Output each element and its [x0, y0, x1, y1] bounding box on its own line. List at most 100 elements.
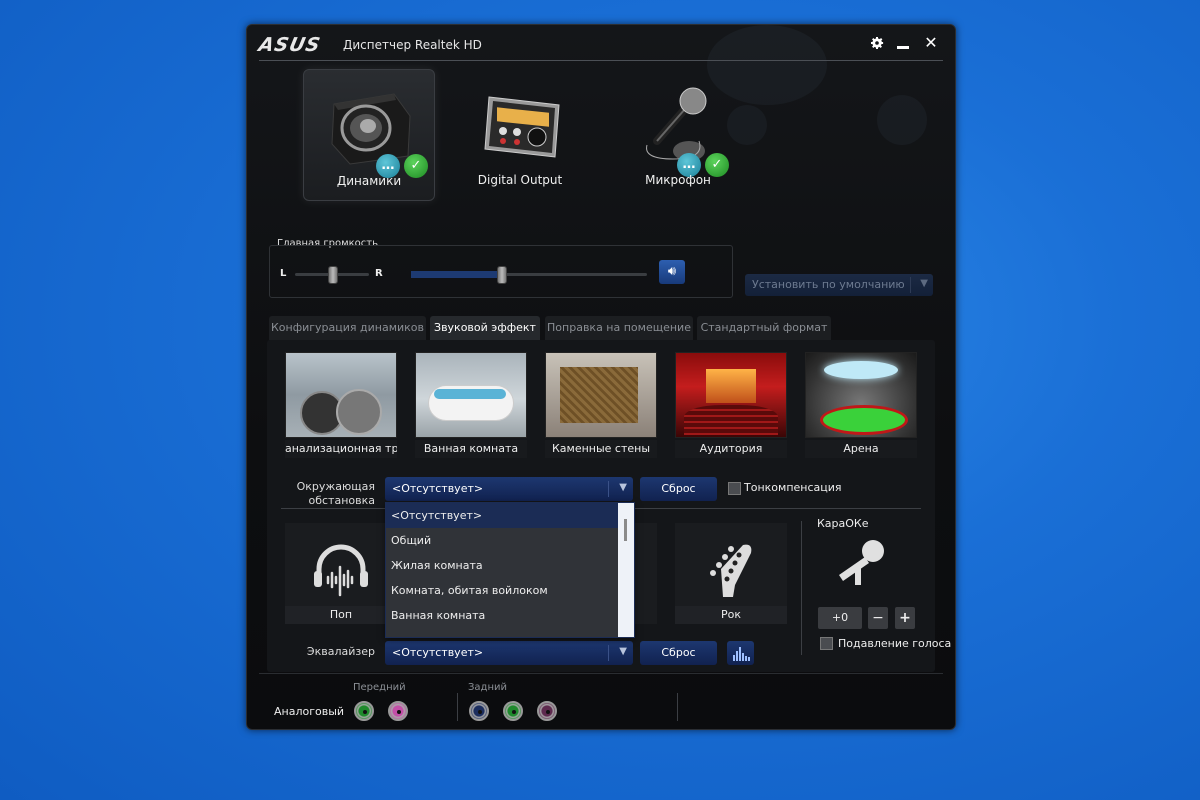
tab-room-correction[interactable]: Поправка на помещение: [545, 316, 693, 340]
equalizer-reset-button[interactable]: Сброс: [640, 641, 717, 665]
settings-button[interactable]: [867, 33, 887, 53]
mute-button[interactable]: 🔊︎: [659, 260, 685, 284]
dropdown-option[interactable]: Общий: [386, 528, 618, 553]
environment-label: Арена: [805, 440, 917, 458]
device-label: Микрофон: [645, 173, 711, 187]
sewer-pipe-image: [285, 352, 397, 438]
genre-label: Рок: [675, 606, 787, 624]
environment-label-line2: обстановка: [308, 494, 376, 507]
environment-auditorium[interactable]: Аудитория: [675, 352, 787, 458]
environment-combobox-value: <Отсутствует>: [392, 482, 484, 495]
combobox-separator: [608, 481, 609, 497]
gear-icon: [871, 37, 884, 49]
environment-combobox[interactable]: <Отсутствует> ▼: [385, 477, 633, 501]
set-default-label: Установить по умолчанию: [752, 278, 905, 291]
device-digital-output[interactable]: Digital Output: [455, 69, 585, 199]
minimize-button[interactable]: [893, 33, 913, 53]
tab-default-format[interactable]: Стандартный формат: [697, 316, 831, 340]
speaker-volume-icon: 🔊︎: [667, 264, 677, 279]
speaker-icon: [331, 93, 411, 165]
dropdown-option[interactable]: Комната, обитая войлоком: [386, 578, 618, 603]
environment-label: анализационная труб: [285, 440, 397, 458]
device-label: Digital Output: [477, 173, 563, 187]
chevron-down-icon: ▼: [920, 278, 928, 289]
rear-audio-jack[interactable]: [537, 701, 557, 721]
digital-output-icon: [484, 96, 560, 158]
title-bar[interactable]: ASUS Диспетчер Realtek HD ✕: [247, 25, 955, 61]
rear-audio-jack[interactable]: [503, 701, 523, 721]
volume-slider[interactable]: [411, 266, 647, 284]
environment-sewer-pipe[interactable]: анализационная труб: [285, 352, 397, 458]
equalizer-label: Эквалайзер: [306, 645, 375, 658]
voice-cancel-checkbox[interactable]: [820, 637, 833, 650]
microphone-icon: [646, 87, 707, 161]
loudness-label: Тонкомпенсация: [744, 481, 842, 494]
volume-slider-thumb[interactable]: [496, 266, 507, 284]
equalizer-combobox-value: <Отсутствует>: [392, 646, 484, 659]
footer-divider: [259, 673, 943, 674]
rear-label: Задний: [468, 682, 507, 693]
rear-audio-jack[interactable]: [469, 701, 489, 721]
tab-speaker-configuration[interactable]: Конфигурация динамиков: [269, 316, 426, 340]
chevron-down-icon: ▼: [619, 646, 627, 657]
karaoke-microphone-icon: [839, 540, 884, 585]
dropdown-separator: [910, 277, 911, 293]
genre-label: Поп: [285, 606, 397, 624]
chevron-down-icon: ▼: [619, 482, 627, 493]
balance-slider-thumb[interactable]: [328, 266, 338, 284]
dropdown-scrollbar-thumb[interactable]: [624, 519, 627, 541]
voice-cancel-label: Подавление голоса: [838, 637, 952, 650]
karaoke-minus-button[interactable]: −: [868, 607, 888, 629]
close-button[interactable]: ✕: [921, 33, 941, 53]
environment-reset-button[interactable]: Сброс: [640, 477, 717, 501]
equalizer-preset-rock[interactable]: Рок: [675, 523, 787, 624]
tab-sound-effects[interactable]: Звуковой эффект: [430, 316, 540, 340]
dropdown-scrollbar[interactable]: [618, 503, 634, 637]
title-divider: [259, 60, 943, 61]
footer-separator: [677, 693, 678, 721]
stone-walls-image: [545, 352, 657, 438]
balance-right-label: R: [375, 268, 383, 279]
device-microphone[interactable]: … ✓ Микрофон: [613, 69, 743, 199]
environment-label-line1: Окружающая: [296, 480, 375, 493]
environment-arena[interactable]: Арена: [805, 352, 917, 458]
analog-label: Аналоговый: [274, 705, 345, 718]
asus-logo: ASUS: [256, 34, 323, 56]
set-default-device-dropdown[interactable]: Установить по умолчанию ▼: [745, 274, 933, 296]
front-audio-jack[interactable]: [388, 701, 408, 721]
device-label: Динамики: [336, 174, 402, 188]
device-speakers[interactable]: … ✓ Динамики: [303, 69, 435, 201]
background-decoration: [877, 95, 927, 145]
bathroom-image: [415, 352, 527, 438]
front-label: Передний: [353, 682, 406, 693]
karaoke-key-value: +0: [818, 607, 862, 629]
loudness-checkbox[interactable]: [728, 482, 741, 495]
environment-label: Ванная комната: [415, 440, 527, 458]
minimize-icon: [897, 46, 909, 49]
environment-label: Аудитория: [675, 440, 787, 458]
footer-separator: [457, 693, 458, 721]
environment-stone-walls[interactable]: Каменные стены: [545, 352, 657, 458]
dropdown-option[interactable]: Ванная комната: [386, 603, 618, 628]
environment-dropdown-list[interactable]: <Отсутствует> Общий Жилая комната Комната, …: [385, 502, 635, 638]
guitar-headstock-icon: [710, 544, 752, 597]
dropdown-option[interactable]: <Отсутствует>: [386, 503, 618, 528]
headphones-icon: [314, 544, 368, 597]
karaoke-divider: [801, 521, 802, 655]
environment-label: Каменные стены: [545, 440, 657, 458]
front-audio-jack[interactable]: [354, 701, 374, 721]
environment-bathroom[interactable]: Ванная комната: [415, 352, 527, 458]
equalizer-preset-pop[interactable]: Поп: [285, 523, 397, 624]
equalizer-combobox[interactable]: <Отсутствует> ▼: [385, 641, 633, 665]
combobox-separator: [608, 645, 609, 661]
arena-image: [805, 352, 917, 438]
app-title: Диспетчер Realtek HD: [343, 38, 482, 52]
balance-left-label: L: [280, 268, 287, 279]
environment-label: Окружающая обстановка: [279, 480, 375, 508]
auditorium-image: [675, 352, 787, 438]
graphic-equalizer-button[interactable]: [727, 641, 754, 665]
equalizer-bars-icon: [732, 647, 750, 661]
dropdown-option[interactable]: Жилая комната: [386, 553, 618, 578]
balance-slider[interactable]: [295, 266, 369, 284]
karaoke-plus-button[interactable]: +: [895, 607, 915, 629]
